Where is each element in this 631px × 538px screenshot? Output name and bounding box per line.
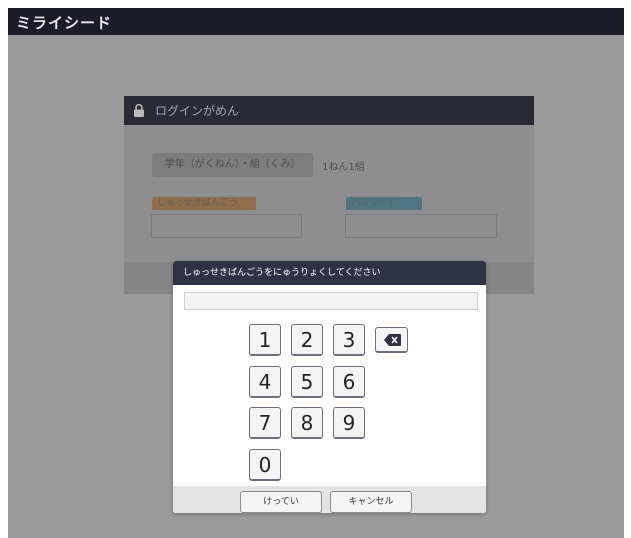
class-select-button[interactable]: 学年（がくねん）・組（くみ）	[152, 153, 313, 177]
student-number-field[interactable]	[151, 214, 302, 238]
keypad-prompt: しゅっせきばんごうをにゅうりょくしてください	[173, 261, 486, 285]
app-window: ミライシード ログインがめん 学年（がくねん）・組（くみ） 1ねん1組 しゅっせ…	[8, 8, 624, 538]
key-3[interactable]: 3	[333, 324, 365, 356]
cancel-button[interactable]: キャンセル	[330, 491, 412, 513]
key-6[interactable]: 6	[333, 366, 365, 398]
student-number-label: しゅっせきばんごう	[152, 197, 256, 210]
confirm-button[interactable]: けってい	[240, 491, 322, 513]
key-0[interactable]: 0	[249, 449, 281, 481]
lock-icon	[134, 104, 144, 117]
class-value: 1ねん1組	[322, 162, 365, 173]
login-title: ログインがめん	[155, 104, 240, 118]
keypad-input-display	[184, 292, 478, 310]
key-2[interactable]: 2	[291, 324, 323, 356]
backspace-key[interactable]	[375, 327, 408, 353]
backspace-icon	[384, 334, 401, 346]
password-label: パスワード	[346, 197, 422, 210]
password-field[interactable]	[345, 214, 497, 238]
key-9[interactable]: 9	[333, 407, 365, 439]
app-logo: ミライシード	[16, 14, 113, 32]
login-header: ログインがめん	[124, 96, 534, 125]
key-4[interactable]: 4	[249, 366, 281, 398]
key-5[interactable]: 5	[291, 366, 323, 398]
key-1[interactable]: 1	[249, 324, 281, 356]
key-7[interactable]: 7	[249, 407, 281, 439]
number-keypad-dialog: しゅっせきばんごうをにゅうりょくしてください 1 2 3 4 5 6 7 8 9…	[173, 261, 486, 513]
key-8[interactable]: 8	[291, 407, 323, 439]
keypad-footer: けってい キャンセル	[173, 486, 486, 513]
top-bar: ミライシード	[8, 8, 624, 35]
